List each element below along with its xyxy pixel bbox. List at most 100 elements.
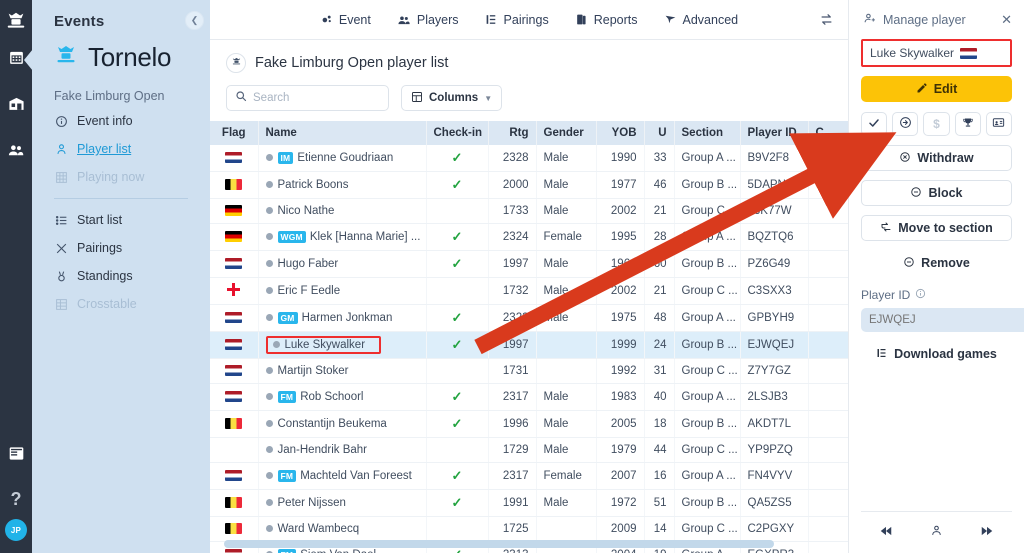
id-card-icon-button[interactable]	[985, 112, 1013, 136]
table-scroll-area[interactable]: Flag Name Check-in Rtg Gender YOB U Sect…	[210, 121, 848, 553]
table-row[interactable]: Luke Skywalker ✓ 1997 1999 24 Group B ... EJWQ…	[210, 331, 848, 359]
cell-extra	[808, 331, 848, 359]
th-extra[interactable]: C	[808, 121, 848, 145]
flag-icon-nl	[225, 258, 243, 270]
table-row[interactable]: WGM Klek [Hanna Marie] ... ✓ 2324 Female 1995…	[210, 223, 848, 251]
th-name[interactable]: Name	[258, 121, 427, 145]
close-icon[interactable]: ✕	[1001, 12, 1012, 28]
trophy-icon-button[interactable]	[954, 112, 981, 136]
table-row[interactable]: Ward Wambecq 1725 2009 14 Group C ... C2PGXY	[210, 516, 848, 542]
tab-reports[interactable]: Reports	[575, 13, 638, 27]
th-player-id[interactable]: Player ID	[740, 121, 809, 145]
cell-section: Group C ...	[674, 277, 741, 305]
table-row[interactable]: Martijn Stoker 1731 1992 31 Group C ... Z7Y7G…	[210, 358, 848, 384]
th-flag[interactable]: Flag	[210, 121, 259, 145]
remove-icon	[903, 256, 915, 271]
table-row[interactable]: Jan-Hendrik Bahr 1729 Male 1979 44 Group C ..…	[210, 437, 848, 463]
search-box[interactable]	[226, 85, 389, 111]
cell-u: 14	[644, 516, 675, 542]
sidebar-item-standings[interactable]: Standings	[46, 262, 196, 290]
player-id-input[interactable]	[861, 308, 1024, 332]
table-row[interactable]: Constantijn Beukema ✓ 1996 Male 2005 18 Group …	[210, 410, 848, 438]
cell-checkin	[426, 358, 489, 384]
skip-end-button[interactable]	[980, 524, 994, 542]
help-icon[interactable]: ?	[0, 479, 32, 519]
table-row[interactable]: Hugo Faber ✓ 1997 Male 1961 60 Group B ... PZ6G…	[210, 250, 848, 278]
manage-player-panel: Manage player ✕ Luke Skywalker Edit $ Wi…	[848, 0, 1024, 553]
cell-checkin: ✓	[426, 383, 489, 411]
cell-extra	[808, 489, 848, 517]
flag-icon-nl	[225, 152, 243, 164]
swap-arrows-icon[interactable]	[819, 12, 834, 32]
flag-icon-be	[225, 523, 243, 535]
withdraw-button[interactable]: Withdraw	[861, 145, 1012, 171]
status-dot	[265, 287, 273, 295]
cell-name: IM Etienne Goudriaan	[258, 145, 427, 172]
avatar[interactable]: JP	[5, 519, 27, 541]
reports-icon	[575, 13, 588, 26]
remove-button[interactable]: Remove	[861, 252, 1012, 274]
cell-yob: 1995	[596, 223, 645, 251]
cell-name: Constantijn Beukema	[258, 410, 427, 438]
check-icon-button[interactable]	[861, 112, 888, 136]
sidebar-item-pairings[interactable]: Pairings	[46, 234, 196, 262]
cell-extra	[808, 383, 848, 411]
edit-button[interactable]: Edit	[861, 76, 1012, 102]
tab-event[interactable]: Event	[320, 13, 371, 27]
th-section[interactable]: Section	[674, 121, 741, 145]
tab-advanced[interactable]: Advanced	[664, 13, 738, 27]
player-button[interactable]	[930, 524, 943, 542]
tab-label: Reports	[593, 12, 638, 27]
tab-players[interactable]: Players	[397, 13, 459, 27]
cell-yob: 2009	[596, 516, 645, 542]
cell-flag	[210, 437, 259, 463]
table-row[interactable]: FM Machteld Van Foreest ✓ 2317 Female 2007 16 G…	[210, 462, 848, 490]
table-row[interactable]: Peter Nijssen ✓ 1991 Male 1972 51 Group B ... Q…	[210, 489, 848, 517]
block-button[interactable]: Block	[861, 180, 1012, 206]
home-button[interactable]	[226, 53, 246, 73]
move-to-section-button[interactable]: Move to section	[861, 215, 1012, 241]
sidebar-item-start-list[interactable]: Start list	[46, 206, 196, 234]
horizontal-scrollbar[interactable]	[224, 540, 774, 548]
cell-checkin: ✓	[426, 171, 489, 199]
rail-item-people[interactable]	[0, 129, 32, 175]
check-icon: ✓	[451, 256, 463, 271]
cell-u: 21	[644, 277, 675, 305]
cell-u: 40	[644, 383, 675, 411]
table-row[interactable]: FM Rob Schoorl ✓ 2317 Male 1983 40 Group A ... 2…	[210, 383, 848, 411]
table-row[interactable]: Eric F Eedle 1732 Male 2002 21 Group C ... C3S…	[210, 277, 848, 305]
cell-checkin	[426, 277, 489, 305]
tab-pairings[interactable]: Pairings	[485, 13, 549, 27]
arrow-circle-right-icon-button[interactable]	[892, 112, 919, 136]
cell-yob: 1975	[596, 304, 645, 332]
rail-item-calendar[interactable]	[0, 37, 32, 83]
th-gender[interactable]: Gender	[536, 121, 597, 145]
sidebar-collapse-button[interactable]: ❮	[185, 11, 204, 30]
th-checkin[interactable]: Check-in	[426, 121, 489, 145]
table-row[interactable]: GM Harmen Jonkman ✓ 2323 Male 1975 48 Group A .…	[210, 304, 848, 332]
dollar-icon-button[interactable]: $	[923, 112, 950, 136]
th-rtg[interactable]: Rtg	[488, 121, 537, 145]
rail-item-window[interactable]	[0, 433, 32, 479]
th-u[interactable]: U	[644, 121, 675, 145]
title-badge: FM	[277, 548, 297, 553]
sidebar-item-event-info[interactable]: Event info	[46, 107, 196, 135]
info-icon[interactable]	[915, 288, 926, 302]
columns-button[interactable]: Columns ▼	[401, 85, 503, 111]
table-row[interactable]: Nico Nathe 1733 Male 2002 21 Group C ... 93K77…	[210, 198, 848, 224]
cell-name: Jan-Hendrik Bahr	[258, 437, 427, 463]
cell-section: Group C ...	[674, 516, 741, 542]
search-input[interactable]	[253, 92, 380, 104]
table-row[interactable]: IM Etienne Goudriaan ✓ 2328 Male 1990 33 Group …	[210, 145, 848, 172]
th-yob[interactable]: YOB	[596, 121, 645, 145]
vertical-scrollbar[interactable]	[838, 183, 845, 205]
sidebar-item-player-list[interactable]: Player list	[46, 135, 196, 163]
cell-rtg: 2323	[488, 304, 537, 332]
person-icon	[54, 143, 68, 156]
table-row[interactable]: Patrick Boons ✓ 2000 Male 1977 46 Group B ... 5…	[210, 171, 848, 199]
tornelo-logo-icon[interactable]	[5, 10, 27, 37]
rail-item-venue[interactable]	[0, 83, 32, 129]
skip-start-button[interactable]	[879, 524, 893, 542]
download-games-button[interactable]: Download games	[861, 343, 1012, 365]
cell-section: Group B ...	[674, 489, 741, 517]
